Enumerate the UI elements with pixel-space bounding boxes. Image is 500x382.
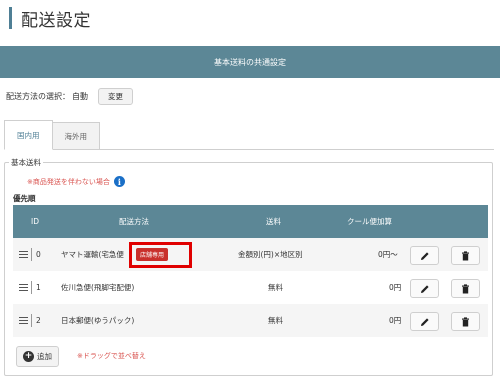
row-id: 0 xyxy=(36,250,41,259)
header-fee: 送料 xyxy=(266,217,281,226)
title-accent-bar xyxy=(9,7,12,29)
row-fee: 無料 xyxy=(268,316,283,325)
delete-button[interactable] xyxy=(451,312,480,331)
trash-icon xyxy=(462,250,469,260)
edit-button[interactable] xyxy=(410,312,439,331)
drag-handle-icon[interactable] xyxy=(19,271,28,304)
section-header: 基本送料の共通設定 xyxy=(0,46,500,78)
tab-domestic[interactable]: 国内用 xyxy=(4,120,53,150)
page-title: 配送設定 xyxy=(21,10,91,31)
change-button[interactable]: 変更 xyxy=(98,88,133,105)
shipping-method-label: 配送方法の選択： xyxy=(6,92,70,101)
highlight-annotation-box xyxy=(129,242,192,268)
pencil-icon xyxy=(420,284,429,293)
shipping-method-row: 配送方法の選択： 自動 変更 xyxy=(6,88,133,105)
pencil-icon xyxy=(420,251,429,260)
pencil-icon xyxy=(420,317,429,326)
drag-handle-icon[interactable] xyxy=(19,304,28,337)
page-title-wrap: 配送設定 xyxy=(9,7,91,31)
row-id: 1 xyxy=(36,283,41,292)
row-id: 2 xyxy=(36,316,41,325)
row-method: 日本郵便(ゆうパック) xyxy=(61,316,135,325)
shipping-method-value: 自動 xyxy=(72,92,88,101)
table-header: ID 配送方法 送料 クール便加算 xyxy=(13,205,488,238)
row-fee: 金額別(円)×地区別 xyxy=(238,250,303,259)
plus-circle-icon: + xyxy=(23,351,34,362)
add-button[interactable]: + 追加 xyxy=(16,346,59,367)
row-separator xyxy=(31,271,32,304)
row-fee: 無料 xyxy=(268,283,283,292)
edit-button[interactable] xyxy=(410,279,439,298)
region-tabs: 国内用 海外用 xyxy=(4,120,100,150)
header-method: 配送方法 xyxy=(119,217,149,226)
drag-sort-note: ※ドラッグで並べ替え xyxy=(77,352,146,360)
drag-handle-icon[interactable] xyxy=(19,238,28,271)
row-method: 佐川急便(飛脚宅配便) xyxy=(61,283,135,292)
header-cool: クール便加算 xyxy=(347,217,392,226)
trash-icon xyxy=(462,283,469,293)
info-icon[interactable]: i xyxy=(113,176,125,187)
row-cool: 0円〜 xyxy=(378,250,398,259)
tab-divider xyxy=(4,149,494,150)
trash-icon xyxy=(462,316,469,326)
row-cool: 0円 xyxy=(389,283,402,292)
priority-label: 優先順 xyxy=(13,194,36,203)
basic-shipping-legend: 基本送料 xyxy=(9,157,43,168)
row-separator xyxy=(31,238,32,271)
edit-button[interactable] xyxy=(410,246,439,265)
delete-button[interactable] xyxy=(451,279,480,298)
row-cool: 0円 xyxy=(389,316,402,325)
add-label: 追加 xyxy=(37,352,52,361)
row-separator xyxy=(31,304,32,337)
tab-overseas[interactable]: 海外用 xyxy=(52,122,100,150)
no-shipment-note: ※商品発送を伴わない場合 xyxy=(27,177,110,186)
delete-button[interactable] xyxy=(451,246,480,265)
no-shipment-note-row: ※商品発送を伴わない場合 i xyxy=(27,176,125,187)
header-id: ID xyxy=(31,217,39,226)
row-method: ヤマト運輸(宅急便 xyxy=(61,250,124,259)
